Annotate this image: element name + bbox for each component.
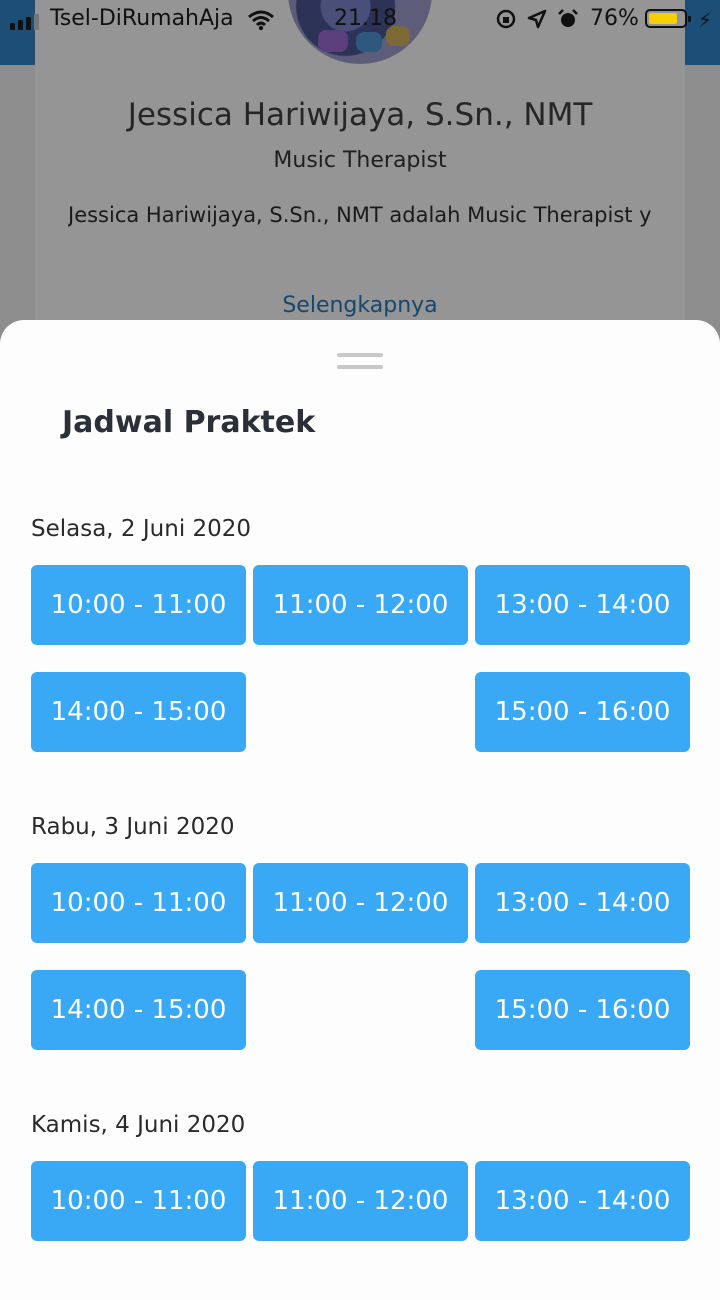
day-group-wednesday: Rabu, 3 Juni 2020 10:00 - 11:00 11:00 - … [31, 812, 691, 1050]
day-group-thursday: Kamis, 4 Juni 2020 10:00 - 11:00 11:00 -… [31, 1110, 691, 1241]
time-slot-button[interactable]: 11:00 - 12:00 [253, 565, 468, 645]
time-slot-button[interactable]: 10:00 - 11:00 [31, 565, 246, 645]
charging-icon: ⚡ [698, 8, 713, 32]
empty-slot [253, 970, 468, 1050]
time-slot-button[interactable]: 11:00 - 12:00 [253, 863, 468, 943]
carrier-name: Tsel-DiRumahAja [50, 6, 234, 31]
time-slot-button[interactable]: 11:00 - 12:00 [253, 1161, 468, 1241]
time-slot-button[interactable]: 10:00 - 11:00 [31, 863, 246, 943]
time-slot-button[interactable]: 14:00 - 15:00 [31, 970, 246, 1050]
empty-slot [253, 672, 468, 752]
battery-percentage: 76% [590, 6, 639, 31]
day-label: Selasa, 2 Juni 2020 [31, 516, 252, 542]
time-slot-button[interactable]: 13:00 - 14:00 [475, 863, 690, 943]
time-slot-button[interactable]: 14:00 - 15:00 [31, 672, 246, 752]
therapist-role: Music Therapist [273, 148, 447, 173]
time-slot-button[interactable]: 10:00 - 11:00 [31, 1161, 246, 1241]
day-label: Rabu, 3 Juni 2020 [31, 814, 235, 840]
therapist-name: Jessica Hariwijaya, S.Sn., NMT [127, 97, 593, 133]
time-slot-button[interactable]: 13:00 - 14:00 [475, 565, 690, 645]
battery-icon [645, 9, 691, 28]
alarm-icon [558, 9, 578, 27]
drag-handle[interactable] [337, 353, 383, 369]
rotation-lock-icon [496, 9, 516, 29]
wifi-icon [247, 9, 275, 37]
sheet-title: Jadwal Praktek [62, 405, 316, 440]
location-icon [527, 9, 547, 29]
time-slot-button[interactable]: 15:00 - 16:00 [475, 672, 690, 752]
day-label: Kamis, 4 Juni 2020 [31, 1112, 246, 1138]
therapist-description: Jessica Hariwijaya, S.Sn., NMT adalah Mu… [68, 203, 652, 227]
schedule-sheet: Jadwal Praktek Selasa, 2 Juni 2020 10:00… [0, 320, 720, 1300]
signal-icon [10, 12, 39, 30]
time-slot-button[interactable]: 15:00 - 16:00 [475, 970, 690, 1050]
clock: 21.18 [334, 6, 397, 31]
status-bar: Tsel-DiRumahAja 21.18 76% ⚡ [0, 0, 720, 40]
day-group-tuesday: Selasa, 2 Juni 2020 10:00 - 11:00 11:00 … [31, 514, 691, 752]
time-slot-button[interactable]: 13:00 - 14:00 [475, 1161, 690, 1241]
read-more-link[interactable]: Selengkapnya [0, 293, 720, 318]
